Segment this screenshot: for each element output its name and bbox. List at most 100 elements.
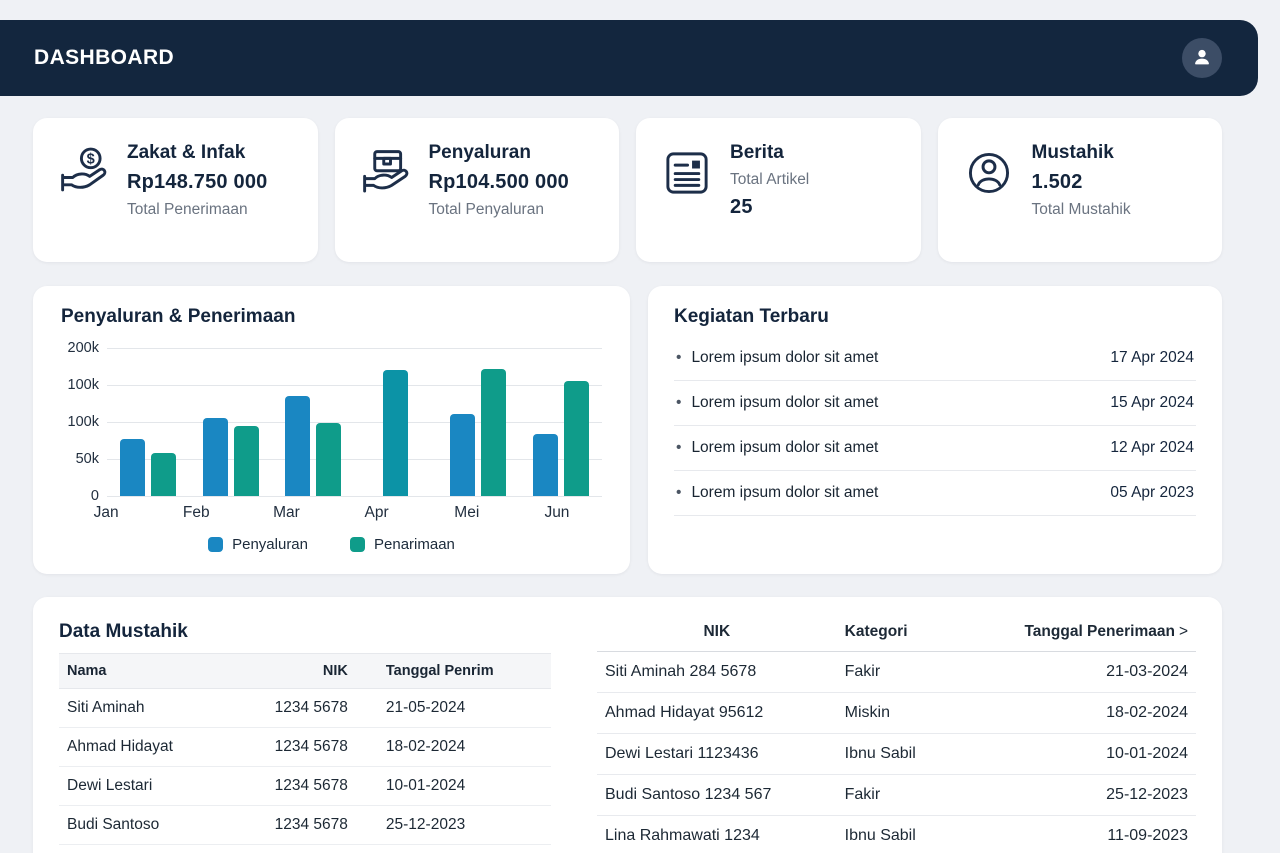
chart-plot-area — [107, 348, 602, 496]
table-cell: Fakir — [837, 652, 999, 693]
legend-swatch — [350, 537, 365, 552]
activity-title: Kegiatan Terbaru — [674, 306, 1196, 328]
activity-item-date: 05 Apr 2023 — [1110, 484, 1194, 502]
stat-card-lines: Penyaluran Rp104.500 000 Total Penyaluran — [429, 140, 569, 246]
table-cell: 10-01-2024 — [998, 734, 1196, 775]
stat-card-title: Zakat & Infak — [127, 142, 267, 164]
table-cell: 21-03-2024 — [998, 652, 1196, 693]
table-cell: Lina Rahmawati 1234 — [597, 816, 837, 853]
legend-item-penarimaan[interactable]: Penarimaan — [350, 536, 455, 553]
activity-item-date: 15 Apr 2024 — [1110, 394, 1194, 412]
table-cell: 11-07-2023 — [364, 845, 551, 853]
table-cell: 11-09-2023 — [998, 816, 1196, 853]
table-cell: Miskin — [837, 693, 999, 734]
mustahik-table-title: Data Mustahik — [59, 621, 551, 643]
table-cell: 18-02-2024 — [998, 693, 1196, 734]
newspaper-icon — [660, 140, 716, 246]
legend-item-penyaluran[interactable]: Penyaluran — [208, 536, 308, 553]
hand-box-icon — [359, 140, 415, 246]
table-cell: Budi Santoso — [59, 806, 232, 845]
month-group-jan — [107, 348, 190, 496]
stat-card-value: 1.502 — [1032, 171, 1131, 194]
bar-penyaluran-mar — [285, 396, 310, 496]
activity-item: Lorem ipsum dolor sit amet 05 Apr 2023 — [674, 471, 1196, 516]
legend-swatch — [208, 537, 223, 552]
bar-penarimaan-jun — [564, 381, 589, 496]
activity-item-date: 17 Apr 2024 — [1110, 349, 1194, 367]
recipients-table-block: NIKKategoriTanggal Penerimaan> Siti Amin… — [597, 609, 1196, 853]
stat-card-title: Berita — [730, 142, 809, 164]
table-cell: Dewi Lestari 1123436 — [597, 734, 837, 775]
stat-card-value: Rp104.500 000 — [429, 171, 569, 194]
bottom-card: Data Mustahik NamaNIKTanggal Penrim Siti… — [33, 597, 1222, 853]
table-row: Siti Aminah 284 5678Fakir21-03-2024 — [597, 652, 1196, 693]
middle-row: Penyaluran & Penerimaan 200k100k100k50k0… — [33, 286, 1222, 574]
bar-penarimaan-jan — [151, 453, 176, 496]
bar-penyaluran-jan — [120, 439, 145, 496]
activity-list: Lorem ipsum dolor sit amet17 Apr 2024Lor… — [674, 336, 1196, 516]
x-tick-label: Jan — [61, 504, 151, 522]
table-cell: Lina Rahmawati — [59, 845, 232, 853]
table-row: Dewi Lestari1234 567810-01-2024 — [59, 767, 551, 806]
bar-penarimaan-feb — [234, 426, 259, 496]
table-cell: 1234 5678 — [232, 767, 364, 806]
bar-chart: 200k100k100k50k0 — [61, 348, 602, 496]
mustahik-table: NamaNIKTanggal Penrim Siti Aminah1234 56… — [59, 653, 551, 853]
stats-row: $ Zakat & InfakRp148.750 000Total Peneri… — [33, 118, 1222, 262]
hand-coin-icon: $ — [57, 140, 113, 246]
recipients-table: NIKKategoriTanggal Penerimaan> Siti Amin… — [597, 611, 1196, 853]
month-group-jun — [520, 348, 603, 496]
table-cell: Ibnu Sabil — [837, 816, 999, 853]
table-cell: Budi Santoso 1234 567 — [597, 775, 837, 816]
bar-penyaluran-feb — [203, 418, 228, 496]
person-circle-icon — [962, 140, 1018, 246]
x-tick-label: Mei — [422, 504, 512, 522]
bar-penyaluran-jun — [533, 434, 558, 496]
month-group-mar — [272, 348, 355, 496]
table-row: Ahmad Hidayat1234 567818-02-2024 — [59, 728, 551, 767]
stat-card-muted: Total Penyaluran — [429, 201, 569, 219]
table-row: Budi Santoso1234 567825-12-2023 — [59, 806, 551, 845]
top-bar: DASHBOARD — [0, 20, 1258, 96]
user-icon — [1190, 45, 1214, 72]
table-cell: 21-05-2024 — [364, 689, 551, 728]
activity-item-text: Lorem ipsum dolor sit amet — [674, 439, 878, 457]
y-tick-label: 100k — [68, 414, 99, 430]
table-cell: 1234 5678 — [232, 845, 364, 853]
table-cell: 25-12-2023 — [364, 806, 551, 845]
legend-label: Penarimaan — [374, 536, 455, 553]
bars-row — [107, 348, 602, 496]
mustahik-table-block: Data Mustahik NamaNIKTanggal Penrim Siti… — [59, 609, 551, 853]
stat-card-value: 25 — [730, 196, 809, 219]
recipients-col-header: NIK — [597, 611, 837, 652]
table-cell: 25-12-2023 — [998, 775, 1196, 816]
table-cell: Siti Aminah 284 5678 — [597, 652, 837, 693]
activity-item: Lorem ipsum dolor sit amet 12 Apr 2024 — [674, 426, 1196, 471]
table-row: Lina Rahmawati1234 567811-07-2023 — [59, 845, 551, 853]
avatar-button[interactable] — [1182, 38, 1222, 78]
table-cell: 1234 5678 — [232, 728, 364, 767]
table-row: Dewi Lestari 1123436Ibnu Sabil10-01-2024 — [597, 734, 1196, 775]
page-title: DASHBOARD — [34, 46, 174, 70]
svg-text:$: $ — [87, 152, 95, 168]
chart-x-axis: JanFebMarAprMeiJun — [61, 504, 602, 522]
activity-item: Lorem ipsum dolor sit amet15 Apr 2024 — [674, 381, 1196, 426]
recipients-col-header[interactable]: Tanggal Penerimaan> — [998, 611, 1196, 652]
y-tick-label: 200k — [68, 340, 99, 356]
chart-y-axis: 200k100k100k50k0 — [61, 348, 107, 496]
table-cell: Fakir — [837, 775, 999, 816]
activity-item-date: 12 Apr 2024 — [1110, 439, 1194, 457]
stat-card-title: Penyaluran — [429, 142, 569, 164]
stat-card-muted: Total Artikel — [730, 171, 809, 189]
y-tick-label: 100k — [68, 377, 99, 393]
table-row: Lina Rahmawati 1234Ibnu Sabil11-09-2023 — [597, 816, 1196, 853]
table-cell: 10-01-2024 — [364, 767, 551, 806]
chart-legend: Penyaluran Penarimaan — [61, 536, 602, 553]
activity-item-text: Lorem ipsum dolor sit amet — [674, 484, 878, 502]
y-tick-label: 0 — [91, 488, 99, 504]
x-tick-label: Apr — [332, 504, 422, 522]
bar-penyaluran-mei — [450, 414, 475, 496]
activity-item: Lorem ipsum dolor sit amet17 Apr 2024 — [674, 336, 1196, 381]
stat-card-title: Mustahik — [1032, 142, 1131, 164]
table-cell: Dewi Lestari — [59, 767, 232, 806]
